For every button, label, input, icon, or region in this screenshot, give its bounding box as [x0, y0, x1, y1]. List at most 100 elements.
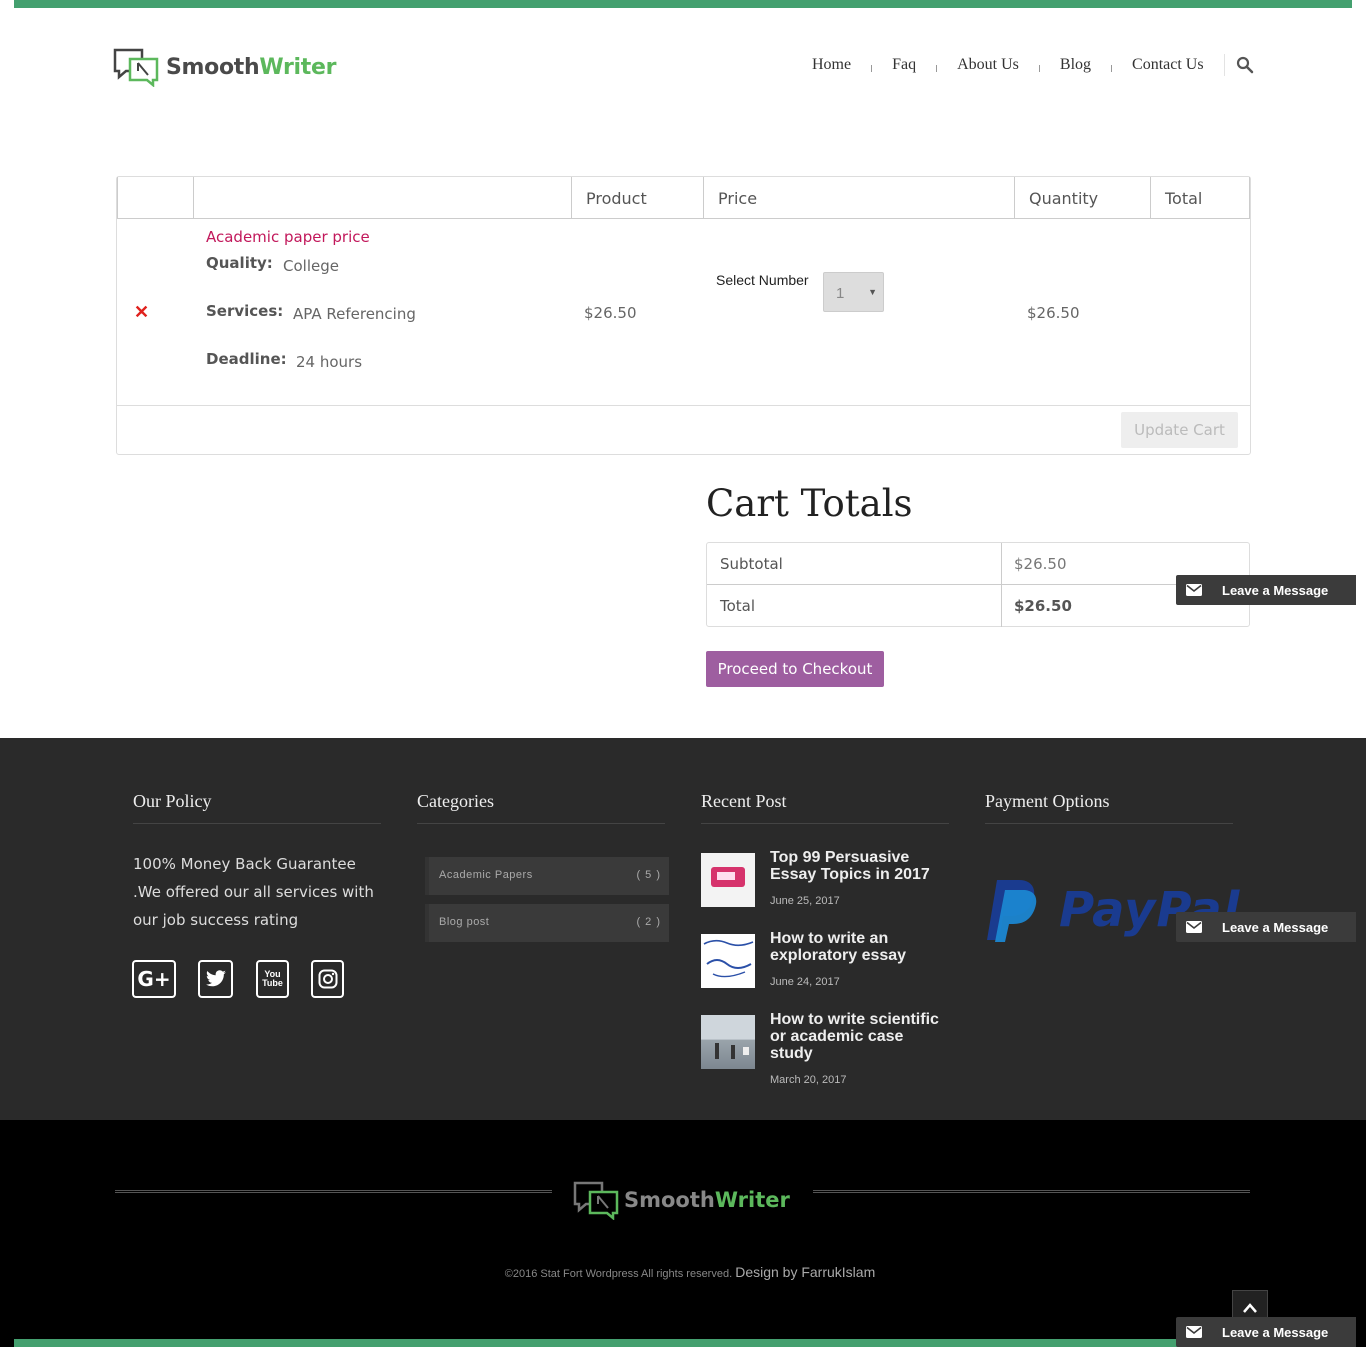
nav-divider	[1223, 54, 1225, 76]
nav-blog[interactable]: Blog	[1060, 56, 1091, 74]
post-title[interactable]: Top 99 Persuasive Essay Topics in 2017	[770, 849, 950, 883]
total-label: Total	[707, 585, 1002, 627]
nav-faq[interactable]: Faq	[892, 56, 916, 74]
footer-categories-title: Categories	[417, 791, 494, 811]
footer-rule	[133, 823, 381, 824]
proceed-to-checkout-button[interactable]: Proceed to Checkout	[706, 651, 884, 687]
post-date: June 25, 2017	[770, 895, 840, 907]
logo-text-writer: Writer	[714, 1188, 790, 1212]
leave-message-button[interactable]: Leave a Message	[1176, 912, 1356, 942]
footer-rule	[985, 823, 1233, 824]
instagram-icon[interactable]	[311, 960, 344, 998]
category-item[interactable]: Academic Papers ( 5 )	[425, 857, 669, 895]
footer-rule	[417, 823, 665, 824]
deadline-value: 24 hours	[296, 353, 363, 371]
post-date: June 24, 2017	[770, 976, 840, 988]
nav-separator	[871, 64, 873, 72]
logo-text-smooth: Smooth	[166, 54, 260, 80]
site-logo[interactable]: SmoothWriter	[112, 47, 336, 87]
leave-message-label: Leave a Message	[1222, 1324, 1329, 1340]
post-thumbnail[interactable]	[701, 853, 755, 907]
logo-text-writer: Writer	[259, 54, 337, 80]
item-price: $26.50	[584, 304, 637, 322]
copyright-text: ©2016 Stat Fort Wordpress All rights res…	[504, 1268, 733, 1280]
logo-chat-icon	[573, 1181, 619, 1220]
remove-item-icon[interactable]: ✕	[134, 302, 149, 323]
header-quantity: Quantity	[1014, 177, 1151, 219]
quantity-value: 1	[836, 285, 845, 302]
subtotal-label: Subtotal	[707, 543, 1002, 585]
cart-table-header: Product Price Quantity Total	[117, 177, 1250, 219]
post-date: March 20, 2017	[770, 1074, 847, 1086]
envelope-icon	[1176, 1326, 1212, 1338]
cart-table: Product Price Quantity Total	[116, 176, 1251, 455]
post-thumbnail[interactable]	[701, 934, 755, 988]
leave-message-button[interactable]: Leave a Message	[1176, 1317, 1356, 1347]
total-value: $26.50	[1014, 597, 1072, 615]
bottom-rule-left	[115, 1190, 552, 1193]
youtube-icon[interactable]: You Tube	[256, 960, 289, 998]
nav-contact-us[interactable]: Contact Us	[1132, 56, 1204, 74]
header-total: Total	[1150, 177, 1250, 219]
leave-message-label: Leave a Message	[1222, 919, 1329, 935]
leave-message-label: Leave a Message	[1222, 582, 1329, 598]
quality-label: Quality:	[206, 254, 273, 272]
policy-text: 100% Money Back Guarantee .We offered ou…	[133, 855, 374, 929]
services-label: Services:	[206, 302, 284, 320]
design-credit: Design by FarrukIslam	[735, 1264, 876, 1280]
header-thumb-col	[193, 177, 572, 219]
nav-about-us[interactable]: About Us	[957, 56, 1019, 74]
paypal-icon	[987, 880, 1037, 942]
cart-totals-title: Cart Totals	[706, 482, 913, 525]
quantity-select[interactable]: 1 ▼	[823, 272, 884, 312]
quality-value: College	[283, 257, 339, 275]
bottom-accent-bar	[14, 1339, 1352, 1347]
copyright: ©2016 Stat Fort Wordpress All rights res…	[0, 1264, 1366, 1280]
nav-separator	[1038, 64, 1040, 72]
search-icon[interactable]	[1236, 56, 1254, 74]
header-price: Price	[703, 177, 1015, 219]
twitter-icon[interactable]	[198, 960, 233, 998]
leave-message-button[interactable]: Leave a Message	[1176, 575, 1356, 605]
item-total: $26.50	[1027, 304, 1080, 322]
footer-logo[interactable]: SmoothWriter	[572, 1180, 790, 1220]
chevron-down-icon: ▼	[868, 287, 877, 297]
chevron-up-icon	[1243, 1303, 1257, 1313]
envelope-icon	[1176, 584, 1212, 596]
row-divider	[117, 405, 1250, 406]
header-remove-col	[117, 177, 194, 219]
bottom-bar	[0, 1120, 1366, 1347]
footer-recent-title: Recent Post	[701, 791, 787, 811]
nav-separator	[1111, 64, 1113, 72]
product-name-link[interactable]: Academic paper price	[206, 228, 370, 246]
post-thumbnail[interactable]	[701, 1015, 755, 1069]
deadline-label: Deadline:	[206, 350, 287, 368]
category-name: Academic Papers	[439, 869, 533, 881]
logo-chat-icon	[113, 48, 159, 87]
bottom-rule-right	[813, 1190, 1250, 1193]
header-product: Product	[571, 177, 704, 219]
subtotal-value: $26.50	[1014, 555, 1067, 573]
category-name: Blog post	[439, 916, 490, 928]
post-title[interactable]: How to write scientific or academic case…	[770, 1011, 950, 1062]
top-accent-bar	[14, 0, 1352, 8]
nav-home[interactable]: Home	[812, 56, 851, 74]
category-count: ( 2 )	[636, 916, 661, 928]
cart-totals-table: Subtotal $26.50 Total $26.50	[706, 542, 1250, 627]
footer-policy-title: Our Policy	[133, 791, 212, 811]
total-row: Total $26.50	[707, 585, 1249, 627]
main-nav: Home Faq About Us Blog Contact Us	[812, 54, 1225, 76]
envelope-icon	[1176, 921, 1212, 933]
google-plus-icon[interactable]: G+	[132, 960, 176, 998]
nav-separator	[936, 64, 938, 72]
subtotal-row: Subtotal $26.50	[707, 543, 1249, 585]
update-cart-button[interactable]: Update Cart	[1121, 412, 1238, 448]
select-number-label: Select Number	[716, 272, 809, 288]
footer-rule	[701, 823, 949, 824]
post-title[interactable]: How to write an exploratory essay	[770, 930, 950, 964]
footer-payment-title: Payment Options	[985, 791, 1110, 811]
services-value: APA Referencing	[293, 305, 416, 323]
category-count: ( 5 )	[636, 869, 661, 881]
logo-text-smooth: Smooth	[624, 1188, 715, 1212]
category-item[interactable]: Blog post ( 2 )	[425, 904, 669, 942]
